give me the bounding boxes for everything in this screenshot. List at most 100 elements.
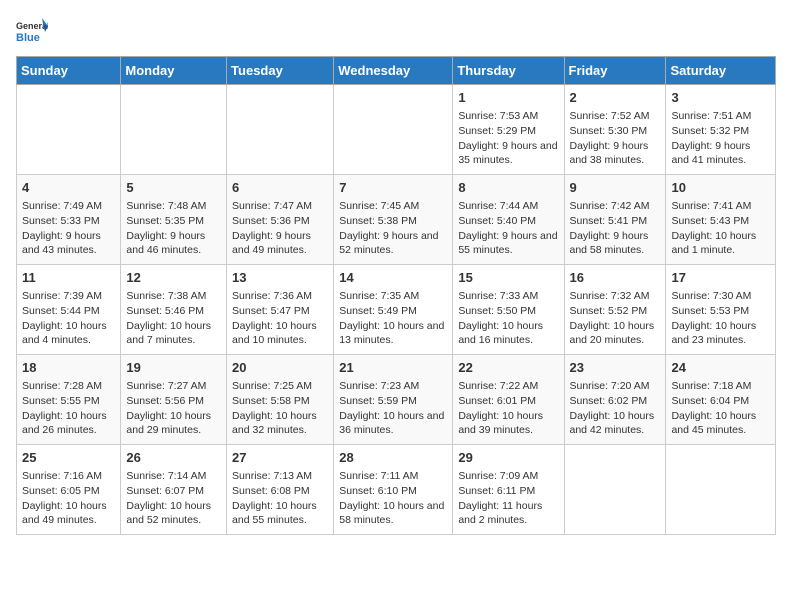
sunrise-text: Sunrise: 7:22 AM [458, 379, 558, 394]
logo: General Blue [16, 16, 48, 48]
day-number: 20 [232, 359, 328, 377]
weekday-header-thursday: Thursday [453, 57, 564, 85]
calendar-cell: 10Sunrise: 7:41 AMSunset: 5:43 PMDayligh… [666, 175, 776, 265]
sunrise-text: Sunrise: 7:53 AM [458, 109, 558, 124]
daylight-text: Daylight: 10 hours and 13 minutes. [339, 319, 447, 348]
day-number: 11 [22, 269, 115, 287]
daylight-text: Daylight: 9 hours and 49 minutes. [232, 229, 328, 258]
day-number: 12 [126, 269, 221, 287]
sunset-text: Sunset: 6:01 PM [458, 394, 558, 409]
calendar-cell: 24Sunrise: 7:18 AMSunset: 6:04 PMDayligh… [666, 355, 776, 445]
sunrise-text: Sunrise: 7:32 AM [570, 289, 661, 304]
sunrise-text: Sunrise: 7:13 AM [232, 469, 328, 484]
sunset-text: Sunset: 5:46 PM [126, 304, 221, 319]
calendar-cell [17, 85, 121, 175]
daylight-text: Daylight: 10 hours and 52 minutes. [126, 499, 221, 528]
day-number: 13 [232, 269, 328, 287]
calendar-cell: 21 Sunrise: 7:23 AMSunset: 5:59 PMDayligh… [334, 355, 453, 445]
sunrise-text: Sunrise: 7:23 AM [339, 379, 447, 394]
daylight-text: Daylight: 10 hours and 32 minutes. [232, 409, 328, 438]
weekday-header-wednesday: Wednesday [334, 57, 453, 85]
sunset-text: Sunset: 6:11 PM [458, 484, 558, 499]
sunset-text: Sunset: 6:02 PM [570, 394, 661, 409]
day-number: 22 [458, 359, 558, 377]
sunset-text: Sunset: 5:56 PM [126, 394, 221, 409]
calendar-cell: 2Sunrise: 7:52 AMSunset: 5:30 PMDaylight… [564, 85, 666, 175]
daylight-text: Daylight: 10 hours and 55 minutes. [232, 499, 328, 528]
calendar-cell: 16Sunrise: 7:32 AMSunset: 5:52 PMDayligh… [564, 265, 666, 355]
sunrise-text: Sunrise: 7:49 AM [22, 199, 115, 214]
weekday-header-tuesday: Tuesday [227, 57, 334, 85]
day-number: 23 [570, 359, 661, 377]
day-number: 10 [671, 179, 770, 197]
weekday-header-row: SundayMondayTuesdayWednesdayThursdayFrid… [17, 57, 776, 85]
daylight-text: Daylight: 10 hours and 36 minutes. [339, 409, 447, 438]
sunrise-text: Sunrise: 7:47 AM [232, 199, 328, 214]
week-row-3: 11Sunrise: 7:39 AMSunset: 5:44 PMDayligh… [17, 265, 776, 355]
sunset-text: Sunset: 5:36 PM [232, 214, 328, 229]
sunrise-text: Sunrise: 7:30 AM [671, 289, 770, 304]
daylight-text: Daylight: 10 hours and 7 minutes. [126, 319, 221, 348]
daylight-text: Daylight: 10 hours and 58 minutes. [339, 499, 447, 528]
week-row-2: 4Sunrise: 7:49 AMSunset: 5:33 PMDaylight… [17, 175, 776, 265]
daylight-text: Daylight: 10 hours and 20 minutes. [570, 319, 661, 348]
sunset-text: Sunset: 5:55 PM [22, 394, 115, 409]
weekday-header-saturday: Saturday [666, 57, 776, 85]
sunrise-text: Sunrise: 7:36 AM [232, 289, 328, 304]
calendar-table: SundayMondayTuesdayWednesdayThursdayFrid… [16, 56, 776, 535]
calendar-cell: 7Sunrise: 7:45 AMSunset: 5:38 PMDaylight… [334, 175, 453, 265]
weekday-header-monday: Monday [121, 57, 227, 85]
sunset-text: Sunset: 5:38 PM [339, 214, 447, 229]
calendar-cell: 6Sunrise: 7:47 AMSunset: 5:36 PMDaylight… [227, 175, 334, 265]
calendar-cell: 3Sunrise: 7:51 AMSunset: 5:32 PMDaylight… [666, 85, 776, 175]
sunset-text: Sunset: 5:29 PM [458, 124, 558, 139]
sunset-text: Sunset: 5:58 PM [232, 394, 328, 409]
daylight-text: Daylight: 10 hours and 29 minutes. [126, 409, 221, 438]
day-number: 17 [671, 269, 770, 287]
sunset-text: Sunset: 5:59 PM [339, 394, 447, 409]
day-number: 8 [458, 179, 558, 197]
calendar-cell: 15Sunrise: 7:33 AMSunset: 5:50 PMDayligh… [453, 265, 564, 355]
daylight-text: Daylight: 10 hours and 16 minutes. [458, 319, 558, 348]
calendar-cell: 8Sunrise: 7:44 AMSunset: 5:40 PMDaylight… [453, 175, 564, 265]
calendar-cell: 4Sunrise: 7:49 AMSunset: 5:33 PMDaylight… [17, 175, 121, 265]
calendar-cell: 22 Sunrise: 7:22 AMSunset: 6:01 PMDayligh… [453, 355, 564, 445]
sunrise-text: Sunrise: 7:25 AM [232, 379, 328, 394]
sunset-text: Sunset: 5:53 PM [671, 304, 770, 319]
sunrise-text: Sunrise: 7:09 AM [458, 469, 558, 484]
sunset-text: Sunset: 6:04 PM [671, 394, 770, 409]
sunset-text: Sunset: 5:35 PM [126, 214, 221, 229]
sunset-text: Sunset: 5:52 PM [570, 304, 661, 319]
calendar-cell: 18Sunrise: 7:28 AMSunset: 5:55 PMDayligh… [17, 355, 121, 445]
svg-text:Blue: Blue [16, 32, 40, 44]
calendar-cell: 20 Sunrise: 7:25 AMSunset: 5:58 PMDayligh… [227, 355, 334, 445]
daylight-text: Daylight: 10 hours and 26 minutes. [22, 409, 115, 438]
daylight-text: Daylight: 9 hours and 35 minutes. [458, 139, 558, 168]
sunset-text: Sunset: 5:47 PM [232, 304, 328, 319]
sunrise-text: Sunrise: 7:48 AM [126, 199, 221, 214]
sunrise-text: Sunrise: 7:41 AM [671, 199, 770, 214]
week-row-5: 25Sunrise: 7:16 AMSunset: 6:05 PMDayligh… [17, 445, 776, 535]
daylight-text: Daylight: 10 hours and 39 minutes. [458, 409, 558, 438]
daylight-text: Daylight: 9 hours and 46 minutes. [126, 229, 221, 258]
daylight-text: Daylight: 10 hours and 4 minutes. [22, 319, 115, 348]
day-number: 24 [671, 359, 770, 377]
daylight-text: Daylight: 10 hours and 42 minutes. [570, 409, 661, 438]
logo-container: General Blue [16, 16, 48, 48]
calendar-cell [666, 445, 776, 535]
day-number: 21 [339, 359, 447, 377]
daylight-text: Daylight: 9 hours and 43 minutes. [22, 229, 115, 258]
sunrise-text: Sunrise: 7:35 AM [339, 289, 447, 304]
sunrise-text: Sunrise: 7:33 AM [458, 289, 558, 304]
sunrise-text: Sunrise: 7:18 AM [671, 379, 770, 394]
calendar-cell: 9Sunrise: 7:42 AMSunset: 5:41 PMDaylight… [564, 175, 666, 265]
day-number: 3 [671, 89, 770, 107]
daylight-text: Daylight: 9 hours and 38 minutes. [570, 139, 661, 168]
sunrise-text: Sunrise: 7:44 AM [458, 199, 558, 214]
sunrise-text: Sunrise: 7:42 AM [570, 199, 661, 214]
day-number: 7 [339, 179, 447, 197]
calendar-cell: 12Sunrise: 7:38 AMSunset: 5:46 PMDayligh… [121, 265, 227, 355]
daylight-text: Daylight: 9 hours and 55 minutes. [458, 229, 558, 258]
sunset-text: Sunset: 5:33 PM [22, 214, 115, 229]
calendar-cell [227, 85, 334, 175]
